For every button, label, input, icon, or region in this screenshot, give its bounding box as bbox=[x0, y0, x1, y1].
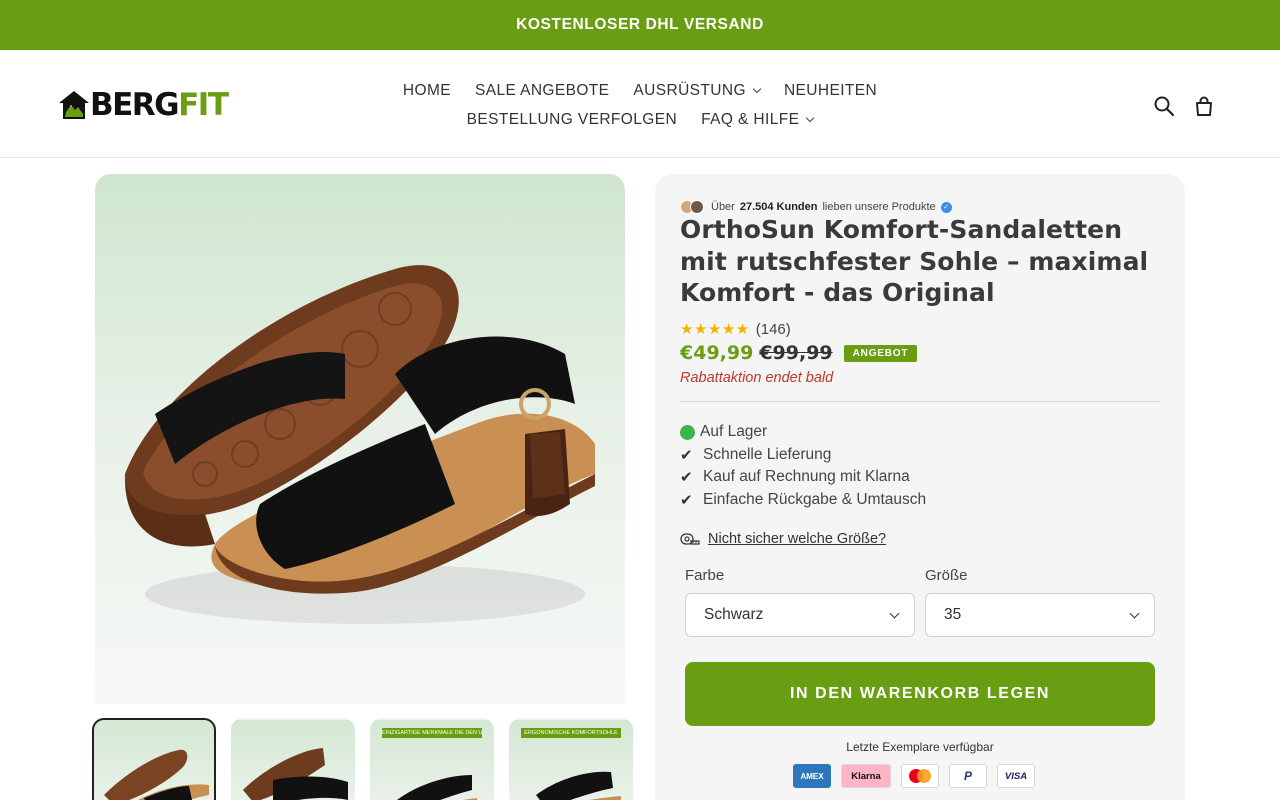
measuring-tape-icon bbox=[680, 533, 700, 545]
thumbnail-strip: EINZIGARTIGE MERKMALE DIE DEN UNTERSCHIE… bbox=[92, 718, 633, 800]
trust-count: 27.504 Kunden bbox=[739, 201, 818, 213]
thumbnail-sandal-image bbox=[104, 749, 209, 800]
mountain-house-icon bbox=[59, 91, 89, 119]
nav-item-sale[interactable]: SALE ANGEBOTE bbox=[475, 82, 609, 100]
announcement-bar: KOSTENLOSER DHL VERSAND bbox=[0, 0, 1280, 50]
size-label: Größe bbox=[925, 567, 968, 584]
visa-icon: VISA bbox=[997, 764, 1035, 788]
divider bbox=[680, 401, 1160, 402]
payment-icons: AMEX Klarna P VISA bbox=[793, 764, 1035, 788]
color-select-value: Schwarz bbox=[704, 606, 764, 623]
feature-item: ✔ Einfache Rückgabe & Umtausch bbox=[680, 489, 926, 512]
nav-row-1: HOME SALE ANGEBOTE AUSRÜSTUNG NEUHEITEN bbox=[340, 76, 940, 105]
logo[interactable]: BERGFIT bbox=[58, 87, 229, 123]
price-row: €49,99 €99,99 ANGEBOT bbox=[680, 342, 918, 364]
feature-item: ✔ Kauf auf Rechnung mit Klarna bbox=[680, 466, 926, 489]
color-label: Farbe bbox=[685, 567, 725, 584]
trust-suffix: lieben unsere Produkte bbox=[822, 201, 936, 213]
nav-item-home[interactable]: HOME bbox=[403, 82, 451, 100]
thumbnail-banner: EINZIGARTIGE MERKMALE DIE DEN UNTERSCHIE… bbox=[382, 728, 482, 738]
sale-badge: ANGEBOT bbox=[843, 344, 918, 362]
nav-item-neuheiten[interactable]: NEUHEITEN bbox=[784, 82, 877, 100]
add-to-cart-button[interactable]: IN DEN WARENKORB LEGEN bbox=[685, 662, 1155, 726]
nav-item-track-order[interactable]: BESTELLUNG VERFOLGEN bbox=[467, 111, 677, 129]
search-icon[interactable] bbox=[1152, 94, 1176, 118]
trust-prefix: Über bbox=[711, 201, 735, 213]
product-main-image[interactable] bbox=[95, 174, 625, 704]
avatar bbox=[690, 200, 704, 214]
product-title: OrthoSun Komfort-Sandaletten mit rutschf… bbox=[680, 215, 1149, 307]
sandal-illustration bbox=[124, 265, 596, 624]
amex-icon: AMEX bbox=[793, 764, 831, 788]
promo-text: Rabattaktion endet bald bbox=[680, 370, 834, 386]
sale-price: €49,99 bbox=[680, 342, 754, 364]
size-select-value: 35 bbox=[944, 606, 962, 623]
thumbnail-4[interactable]: ERGONOMISCHE KOMFORTSOHLE bbox=[509, 718, 633, 800]
social-proof: Über 27.504 Kunden lieben unsere Produkt… bbox=[680, 200, 952, 214]
nav-item-faq[interactable]: FAQ & HILFE bbox=[701, 111, 815, 129]
cart-icon[interactable] bbox=[1192, 94, 1216, 118]
verified-check-icon: ✓ bbox=[940, 201, 952, 213]
thumbnail-1[interactable] bbox=[92, 718, 216, 800]
announcement-text: KOSTENLOSER DHL VERSAND bbox=[516, 16, 764, 33]
avatar-group bbox=[680, 200, 706, 214]
checkmark-icon: ✔ bbox=[680, 468, 693, 486]
main-nav: HOME SALE ANGEBOTE AUSRÜSTUNG NEUHEITEN … bbox=[340, 76, 940, 134]
chevron-down-icon bbox=[752, 84, 762, 93]
mastercard-icon bbox=[901, 764, 939, 788]
chevron-down-icon bbox=[1129, 608, 1140, 619]
review-count: (146) bbox=[755, 320, 791, 338]
thumbnail-2[interactable] bbox=[231, 718, 355, 800]
rating[interactable]: ★★★★★ (146) bbox=[680, 320, 791, 338]
size-select[interactable]: 35 bbox=[925, 593, 1155, 637]
nav-row-2: BESTELLUNG VERFOLGEN FAQ & HILFE bbox=[340, 105, 940, 134]
product-info-panel: Über 27.504 Kunden lieben unsere Produkt… bbox=[655, 174, 1185, 800]
feature-list: Auf Lager ✔ Schnelle Lieferung ✔ Kauf auf … bbox=[680, 421, 926, 511]
chevron-down-icon bbox=[806, 113, 815, 122]
checkmark-icon: ✔ bbox=[680, 445, 693, 464]
thumbnail-3[interactable]: EINZIGARTIGE MERKMALE DIE DEN UNTERSCHIE… bbox=[370, 718, 494, 800]
chevron-down-icon bbox=[889, 608, 900, 619]
green-dot-icon bbox=[680, 424, 695, 440]
star-rating-icon: ★★★★★ bbox=[680, 320, 750, 338]
color-select[interactable]: Schwarz bbox=[685, 593, 915, 637]
feature-item: Auf Lager bbox=[680, 421, 926, 444]
stock-note: Letzte Exemplare verfügbar bbox=[846, 740, 994, 754]
klarna-icon: Klarna bbox=[841, 764, 891, 788]
compare-price: €99,99 bbox=[759, 342, 833, 364]
nav-item-ausruestung[interactable]: AUSRÜSTUNG bbox=[633, 82, 762, 100]
site-header: BERGFIT HOME SALE ANGEBOTE AUSRÜSTUNG NE… bbox=[0, 50, 1280, 158]
thumbnail-sandal-image bbox=[243, 748, 348, 800]
logo-text: BERGFIT bbox=[90, 87, 229, 123]
checkmark-icon: ✔ bbox=[680, 490, 693, 509]
feature-item: ✔ Schnelle Lieferung bbox=[680, 444, 926, 467]
paypal-icon: P bbox=[949, 764, 987, 788]
thumbnail-banner: ERGONOMISCHE KOMFORTSOHLE bbox=[521, 728, 621, 738]
size-guide-link[interactable]: Nicht sicher welche Größe? bbox=[680, 531, 886, 547]
